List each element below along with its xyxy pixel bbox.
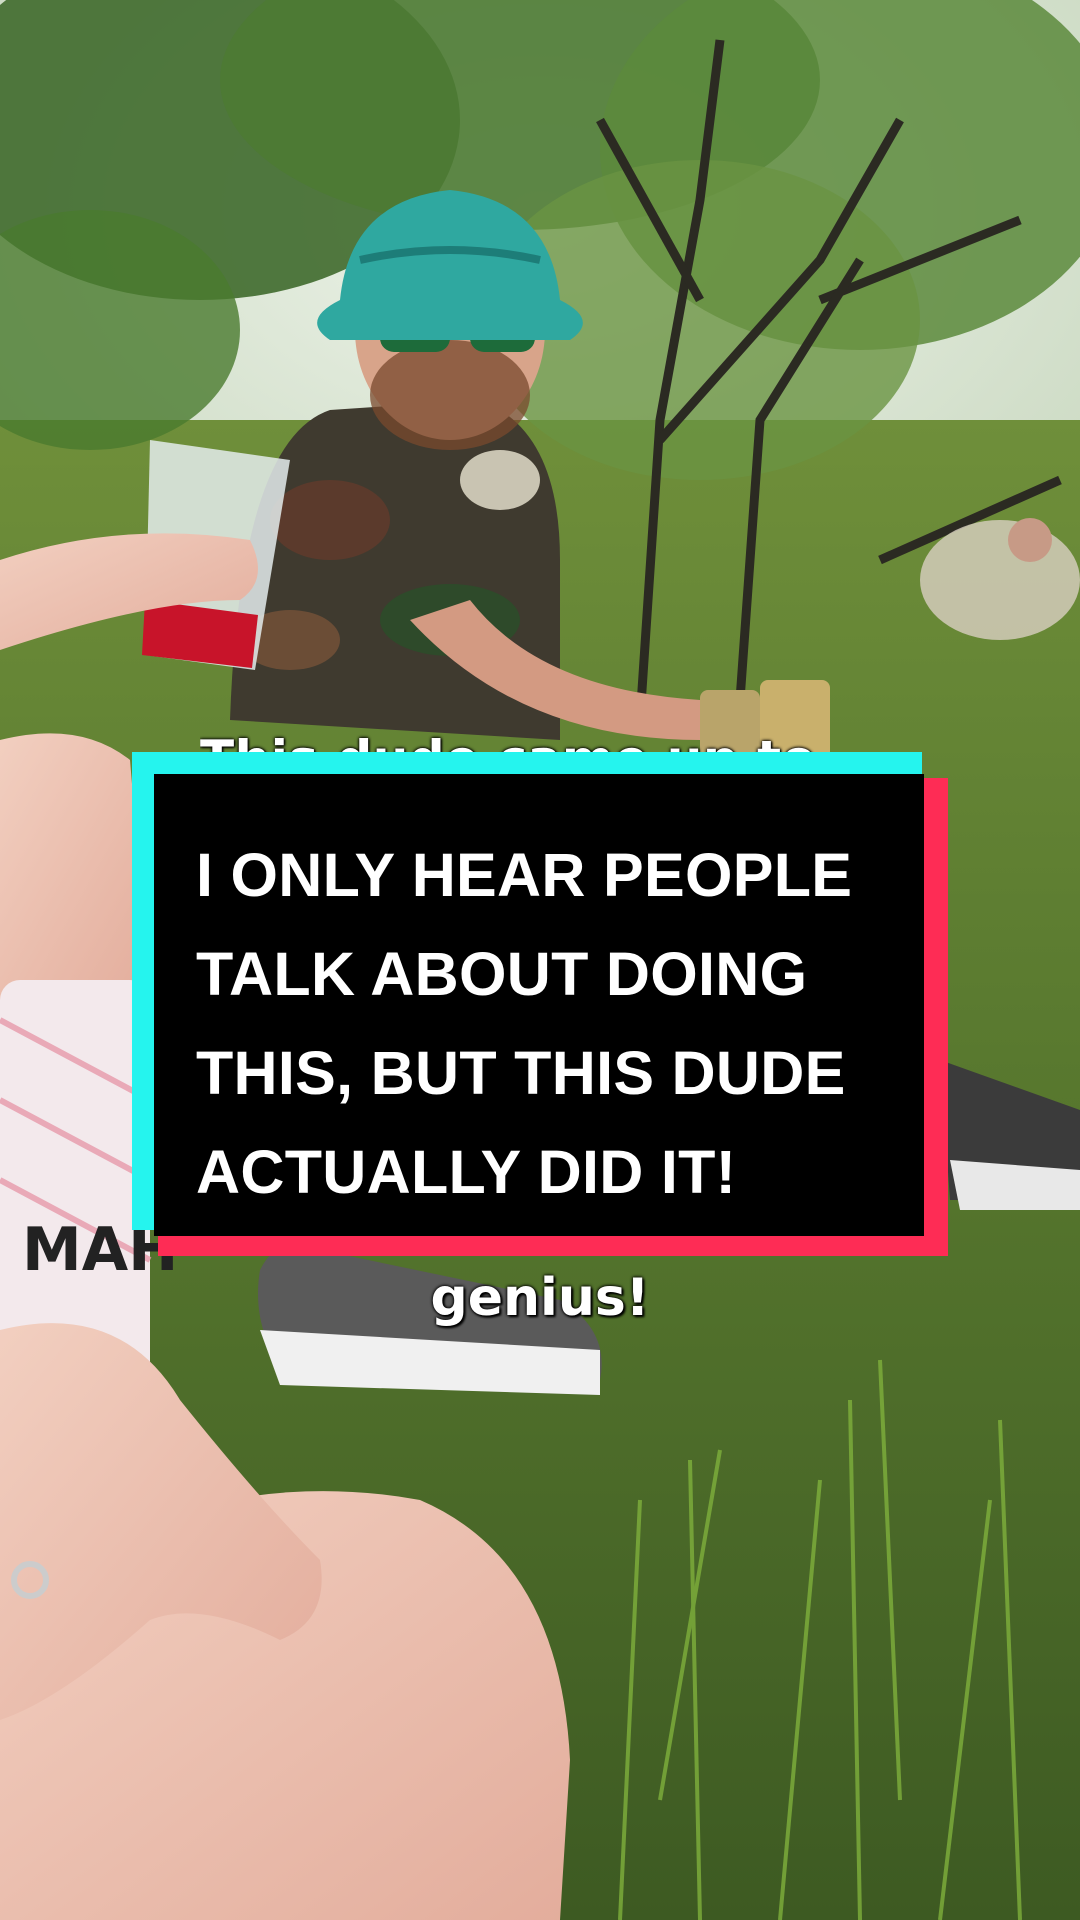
headline-line-2: TALK ABOUT DOING <box>196 940 808 1008</box>
bottom-caption: genius! <box>430 1268 650 1328</box>
headline-line-4: ACTUALLY DID IT! <box>196 1138 737 1206</box>
headline-text: I ONLY HEAR PEOPLE TALK ABOUT DOING THIS… <box>196 826 884 1222</box>
headline-line-3: THIS, BUT THIS DUDE <box>196 1039 846 1107</box>
headline-line-1: I ONLY HEAR PEOPLE <box>196 841 853 909</box>
headline-box: I ONLY HEAR PEOPLE TALK ABOUT DOING THIS… <box>154 774 924 1236</box>
